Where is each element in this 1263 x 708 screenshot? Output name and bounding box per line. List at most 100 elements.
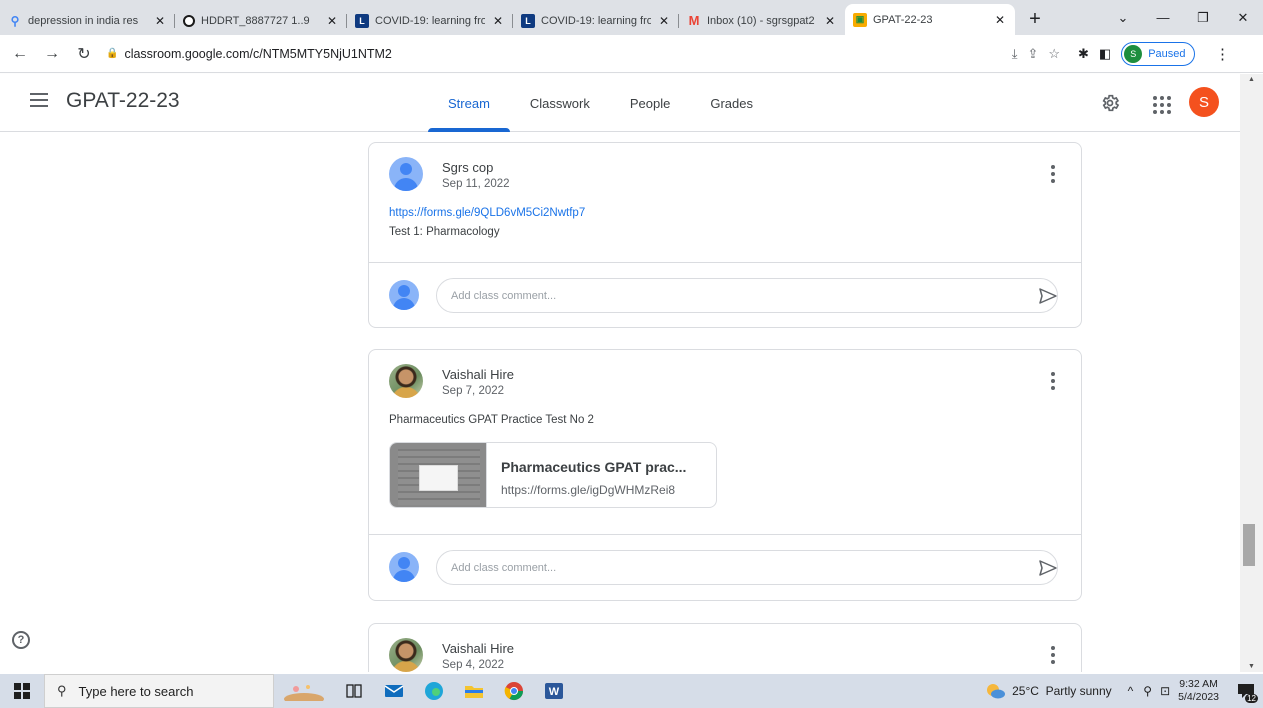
tab-title: COVID-19: learning fro: [541, 14, 651, 27]
show-hidden-icons-icon[interactable]: ^: [1128, 684, 1134, 698]
post-author: Sgrs cop: [442, 160, 494, 175]
tab-stream[interactable]: Stream: [428, 74, 510, 132]
mail-app-icon[interactable]: [374, 674, 414, 708]
edge-browser-icon[interactable]: [414, 674, 454, 708]
author-avatar: [389, 157, 423, 191]
tab-title: HDDRT_8887727 1..9: [201, 14, 310, 27]
account-avatar[interactable]: S: [1189, 87, 1219, 117]
page-scrollbar[interactable]: ▲ ▼: [1240, 74, 1263, 672]
browser-tab[interactable]: M Inbox (10) - sgrsgpat2 ✕: [679, 6, 845, 35]
form-attachment[interactable]: Pharmaceutics GPAT prac... https://forms…: [389, 442, 717, 508]
browser-tab[interactable]: L COVID-19: learning fro ✕: [513, 6, 679, 35]
tab-search-icon[interactable]: ⌄: [1103, 0, 1143, 35]
l-icon: L: [355, 13, 369, 28]
post-options-icon[interactable]: [1051, 646, 1055, 664]
speaker-icon[interactable]: ⊡: [1160, 684, 1170, 698]
address-bar: ← → ↻ 🔒 classroom.google.com/c/NTM5MTY5N…: [0, 35, 1263, 73]
new-tab-button[interactable]: +: [1021, 5, 1049, 33]
class-settings-icon[interactable]: [1100, 93, 1120, 113]
reload-icon[interactable]: ↻: [72, 42, 96, 66]
send-icon[interactable]: [1039, 288, 1057, 304]
task-view-icon[interactable]: [334, 674, 374, 708]
windows-start-icon[interactable]: [0, 674, 44, 708]
minimize-icon[interactable]: —: [1143, 0, 1183, 35]
notifications-icon[interactable]: 12: [1229, 674, 1263, 708]
close-window-icon[interactable]: ✕: [1223, 0, 1263, 35]
browser-tab[interactable]: L COVID-19: learning fro ✕: [347, 6, 513, 35]
post-options-icon[interactable]: [1051, 372, 1055, 390]
author-avatar: [389, 364, 423, 398]
profile-avatar: S: [1124, 44, 1143, 63]
install-icon[interactable]: ⤓: [1012, 46, 1018, 62]
tab-classwork[interactable]: Classwork: [510, 74, 610, 132]
network-icon[interactable]: ⚲: [1143, 684, 1152, 698]
search-icon: ⚲: [57, 683, 67, 698]
stream-post: Vaishali Hire Sep 4, 2022: [368, 623, 1082, 672]
scroll-down-icon[interactable]: ▼: [1248, 663, 1255, 670]
browser-tab[interactable]: ⚲ depression in india res ✕: [0, 6, 175, 35]
l-icon: L: [521, 13, 535, 28]
comment-row: Add class comment...: [369, 262, 1081, 328]
bookmark-star-icon[interactable]: ☆: [1048, 46, 1060, 62]
extensions-icon[interactable]: ✱: [1078, 46, 1089, 62]
weather-partly-sunny-icon[interactable]: [984, 683, 1006, 699]
url-field[interactable]: 🔒 classroom.google.com/c/NTM5MTY5NjU1NTM…: [106, 40, 1066, 68]
attachment-title: Pharmaceutics GPAT prac...: [501, 459, 687, 475]
main-menu-icon[interactable]: [30, 93, 48, 107]
browser-menu-icon[interactable]: ⋮: [1213, 45, 1233, 63]
profile-button[interactable]: S Paused: [1121, 41, 1195, 66]
side-panel-icon[interactable]: ◧: [1099, 46, 1111, 62]
tab-title: depression in india res: [28, 14, 139, 27]
comment-row: Add class comment...: [369, 534, 1081, 600]
taskbar-search[interactable]: ⚲ Type here to search: [44, 674, 274, 708]
stream-post: Sgrs cop Sep 11, 2022 https://forms.gle/…: [368, 142, 1082, 328]
class-tabs: Stream Classwork People Grades: [428, 74, 773, 132]
file-explorer-icon[interactable]: [454, 674, 494, 708]
close-tab-icon[interactable]: ✕: [993, 13, 1007, 27]
close-tab-icon[interactable]: ✕: [153, 14, 167, 28]
commenter-avatar: [389, 552, 419, 582]
gmail-icon: M: [688, 13, 700, 28]
close-tab-icon[interactable]: ✕: [491, 14, 505, 28]
word-icon[interactable]: W: [534, 674, 574, 708]
chrome-icon[interactable]: [494, 674, 534, 708]
tab-people[interactable]: People: [610, 74, 690, 132]
class-title[interactable]: GPAT-22-23: [66, 89, 180, 113]
post-date[interactable]: Sep 11, 2022: [442, 178, 510, 190]
taskbar-clock[interactable]: 9:32 AM 5/4/2023: [1178, 678, 1219, 704]
class-comment-input[interactable]: Add class comment...: [436, 550, 1058, 585]
scroll-thumb[interactable]: [1243, 524, 1255, 566]
attachment-thumbnail: [390, 443, 487, 507]
search-highlight-icon[interactable]: [274, 674, 334, 708]
post-date[interactable]: Sep 4, 2022: [442, 659, 504, 671]
google-apps-icon[interactable]: [1150, 93, 1171, 114]
browser-tab-active[interactable]: ▣ GPAT-22-23 ✕: [845, 4, 1015, 35]
restore-icon[interactable]: ❐: [1183, 0, 1223, 35]
tab-title: GPAT-22-23: [873, 13, 933, 26]
browser-tab[interactable]: HDDRT_8887727 1..9 ✕: [175, 6, 347, 35]
clock-date: 5/4/2023: [1178, 691, 1219, 703]
scroll-up-icon[interactable]: ▲: [1248, 76, 1255, 83]
post-author: Vaishali Hire: [442, 641, 515, 656]
weather-text[interactable]: 25°C Partly sunny: [1012, 684, 1112, 698]
clock-time: 9:32 AM: [1179, 678, 1218, 690]
window-controls: ⌄ — ❐ ✕: [1103, 0, 1263, 35]
close-tab-icon[interactable]: ✕: [325, 14, 339, 28]
post-options-icon[interactable]: [1051, 165, 1055, 183]
back-icon[interactable]: ←: [8, 42, 32, 66]
tab-title: Inbox (10) - sgrsgpat2: [707, 14, 815, 27]
close-tab-icon[interactable]: ✕: [657, 14, 671, 28]
help-icon[interactable]: ?: [12, 631, 30, 649]
tab-grades[interactable]: Grades: [690, 74, 773, 132]
profile-status: Paused: [1148, 47, 1186, 60]
post-date[interactable]: Sep 7, 2022: [442, 385, 504, 397]
attachment-url: https://forms.gle/igDgWHMzRei8: [501, 483, 676, 497]
class-comment-input[interactable]: Add class comment...: [436, 278, 1058, 313]
send-icon[interactable]: [1039, 560, 1057, 576]
close-tab-icon[interactable]: ✕: [823, 14, 837, 28]
share-icon[interactable]: ⇪: [1027, 46, 1038, 62]
lock-icon[interactable]: 🔒: [106, 48, 118, 59]
post-link[interactable]: https://forms.gle/9QLD6vM5Ci2Nwtfp7: [389, 204, 1061, 223]
forward-icon[interactable]: →: [40, 42, 64, 66]
classroom-icon: ▣: [853, 12, 867, 27]
